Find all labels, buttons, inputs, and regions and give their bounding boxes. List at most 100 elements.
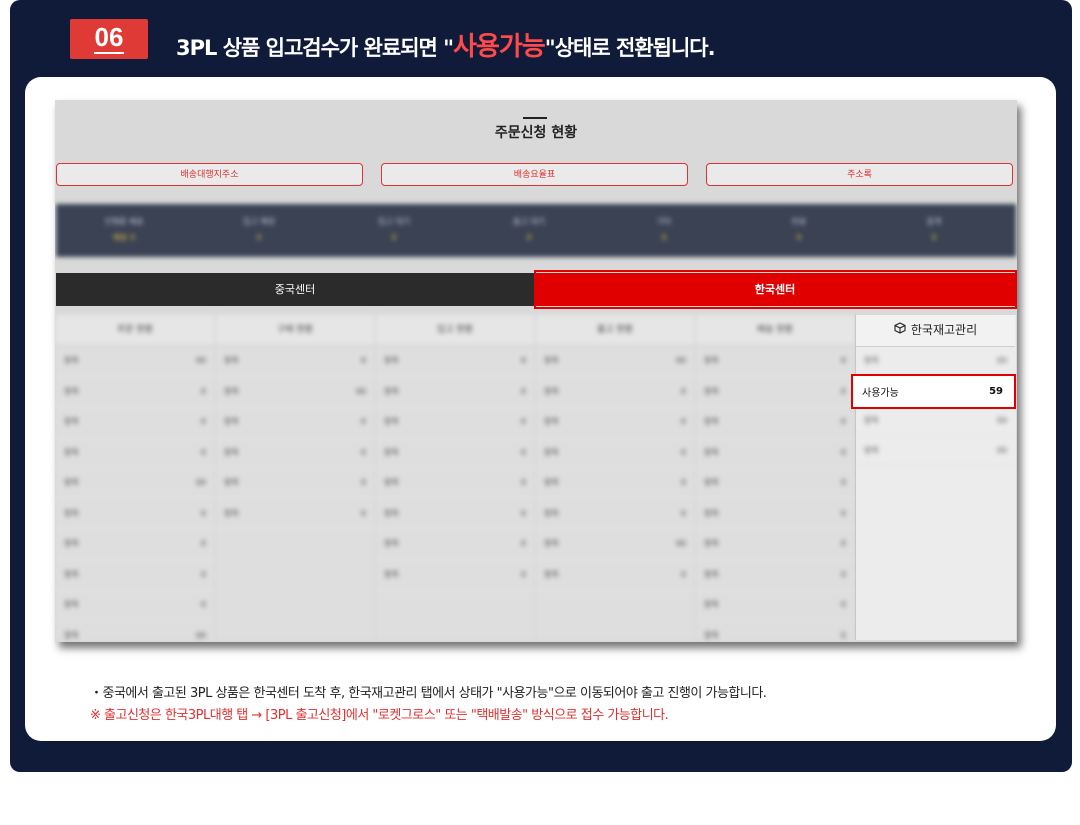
status-columns: 주문 현황 항목 00 항목 0 항목 0 항목 0 항목 00 항목 0 항목 0 항목 0 항목 0 항목 00 구매… [56, 315, 854, 643]
address-book-button[interactable]: 주소록 [706, 163, 1013, 186]
status-row[interactable]: 항목 0 [376, 499, 534, 529]
status-row[interactable]: 항목 0 [696, 468, 854, 499]
status-row-label: 항목 [224, 356, 239, 365]
status-column: 입고 현황 항목 0 항목 0 항목 0 항목 0 항목 0 항목 0 항목 0 항목 0 [376, 315, 534, 640]
status-row[interactable]: 항목 0 [376, 346, 534, 377]
status-row[interactable]: 항목 0 [536, 560, 694, 590]
stat-item: 진행중 배송 배송 0 [64, 214, 184, 246]
tab-china-center[interactable]: 중국센터 [56, 273, 534, 306]
status-row[interactable]: 항목 0 [696, 407, 854, 438]
inventory-row[interactable]: 항목 00 [856, 436, 1015, 466]
status-row[interactable]: 항목 0 [536, 438, 694, 468]
status-row[interactable]: 항목 00 [216, 377, 374, 407]
status-row-label: 항목 [704, 539, 719, 548]
stat-item: 합계 0 [874, 214, 994, 246]
step-number: 06 [93, 22, 125, 54]
status-row-count: 0 [840, 600, 846, 609]
status-row[interactable]: 항목 0 [696, 438, 854, 468]
status-row-label: 항목 [64, 569, 79, 579]
status-row-label: 항목 [64, 417, 79, 426]
stat-item: 출고 대기 0 [469, 214, 589, 246]
available-status-row[interactable]: 사용가능 59 [851, 374, 1016, 409]
status-row-count: 0 [680, 447, 686, 457]
status-column-header: 배송 현황 [696, 315, 854, 346]
tab-korea-center[interactable]: 한국센터 [534, 273, 1016, 306]
status-row[interactable]: 항목 0 [376, 438, 534, 468]
status-row[interactable]: 항목 00 [56, 468, 214, 499]
shipping-address-button[interactable]: 배송대행지주소 [56, 163, 363, 186]
status-row[interactable]: 항목 0 [696, 346, 854, 377]
headline-post: "상태로 전환됩니다. [544, 36, 716, 60]
stat-item: 반송 0 [739, 214, 859, 246]
status-row[interactable]: 항목 0 [536, 499, 694, 529]
status-row-label: 항목 [544, 478, 559, 487]
status-row-label: 항목 [704, 356, 719, 365]
status-row[interactable]: 항목 0 [216, 499, 374, 529]
status-row[interactable]: 항목 0 [56, 560, 214, 590]
stat-label: 입고 예정 [243, 217, 275, 226]
status-row[interactable]: 항목 0 [56, 590, 214, 621]
status-row[interactable]: 항목 0 [696, 529, 854, 560]
status-row-label: 항목 [384, 508, 399, 518]
status-row-count: 0 [840, 539, 846, 548]
status-row[interactable]: 항목 0 [536, 407, 694, 438]
stat-value: 0 [256, 233, 262, 242]
status-row[interactable]: 항목 0 [56, 438, 214, 468]
stat-label: 입고 대기 [378, 217, 410, 226]
status-row[interactable]: 항목 0 [56, 529, 214, 560]
status-row-count: 0 [680, 478, 686, 487]
korea-inventory-header[interactable]: 한국재고관리 [856, 315, 1015, 347]
status-row[interactable]: 항목 0 [696, 560, 854, 590]
status-row[interactable]: 항목 0 [696, 499, 854, 529]
status-row[interactable]: 항목 0 [696, 621, 854, 643]
status-row[interactable]: 항목 00 [56, 621, 214, 643]
status-row[interactable]: 항목 00 [536, 529, 694, 560]
status-row[interactable]: 항목 0 [376, 560, 534, 590]
status-row-label: 항목 [544, 447, 559, 457]
status-row-count: 0 [520, 386, 526, 396]
status-row-label: 항목 [704, 417, 719, 426]
status-row-count: 0 [840, 386, 846, 396]
status-row-count: 0 [360, 447, 366, 457]
status-row[interactable]: 항목 0 [56, 377, 214, 407]
status-row[interactable]: 항목 0 [216, 346, 374, 377]
status-row-count: 0 [840, 569, 846, 579]
status-column: 배송 현황 항목 0 항목 0 항목 0 항목 0 항목 0 항목 0 항목 0 항목 0 항목 0 항목 0 [696, 315, 854, 640]
status-row[interactable]: 항목 0 [376, 468, 534, 499]
status-row[interactable]: 항목 0 [696, 590, 854, 621]
status-row-count: 0 [840, 630, 846, 640]
status-row-label: 항목 [64, 478, 79, 487]
status-row[interactable]: 항목 0 [216, 438, 374, 468]
status-row-label: 항목 [704, 508, 719, 518]
inventory-row[interactable]: 항목 00 [856, 346, 1015, 376]
status-row[interactable]: 항목 0 [56, 499, 214, 529]
status-row-label: 항목 [704, 630, 719, 640]
status-row[interactable]: 항목 00 [536, 346, 694, 377]
status-row[interactable]: 항목 00 [56, 346, 214, 377]
status-row-count: 0 [200, 508, 206, 518]
status-row[interactable]: 항목 0 [216, 468, 374, 499]
status-row-label: 항목 [64, 386, 79, 396]
inventory-row[interactable]: 항목 00 [856, 406, 1015, 436]
status-row[interactable]: 항목 0 [376, 377, 534, 407]
status-row-count: 0 [200, 539, 206, 548]
status-row-count: 0 [680, 386, 686, 396]
status-row-label: 항목 [64, 356, 79, 365]
status-row[interactable]: 항목 0 [536, 377, 694, 407]
status-row-label: 항목 [224, 478, 239, 487]
status-row-count: 0 [360, 417, 366, 426]
status-row[interactable]: 항목 0 [56, 407, 214, 438]
status-row[interactable]: 항목 0 [376, 407, 534, 438]
inventory-row-count: 00 [996, 416, 1007, 425]
status-row[interactable]: 항목 0 [216, 407, 374, 438]
inventory-row-label: 항목 [864, 356, 879, 365]
stat-item: 입고 예정 0 [199, 214, 319, 246]
status-row[interactable]: 항목 0 [376, 529, 534, 560]
status-row[interactable]: 항목 0 [696, 377, 854, 407]
box-icon [894, 315, 906, 346]
stat-label: 기타 [656, 217, 672, 226]
status-row[interactable]: 항목 0 [536, 468, 694, 499]
title-dash [523, 117, 547, 119]
status-row-count: 0 [520, 447, 526, 457]
shipping-rate-button[interactable]: 배송요율표 [381, 163, 688, 186]
